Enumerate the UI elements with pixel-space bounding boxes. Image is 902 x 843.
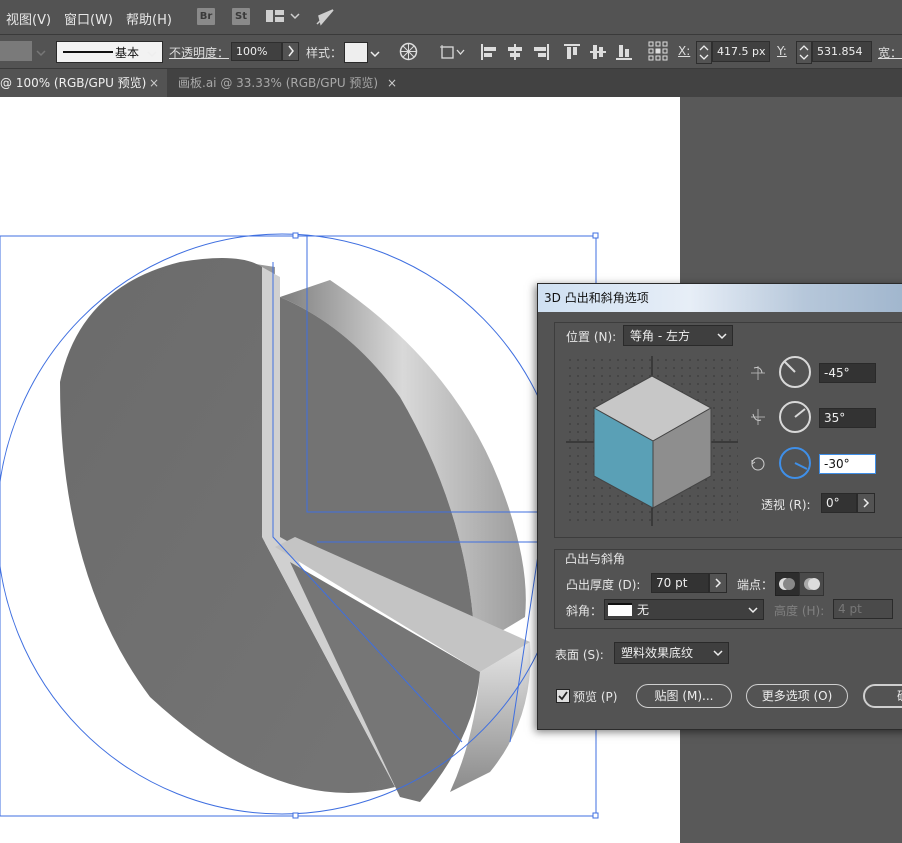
rocket-icon[interactable] [315,8,335,29]
transform-icon[interactable] [440,43,466,64]
selection-handle [292,812,299,819]
dialog-title: 3D 凸出和斜角选项 [544,291,649,305]
recolor-artwork-icon[interactable] [399,42,418,64]
selection-handle [592,812,599,819]
align-right-icon[interactable] [532,43,550,64]
x-label: X: [678,44,691,58]
x-input[interactable]: 417.5 px [712,41,770,62]
opacity-input[interactable]: 100% [231,42,283,61]
menu-view[interactable]: 视图(V) [6,9,51,28]
bevel-height-label: 高度 (H): [774,604,825,618]
perspective-slider-button[interactable] [857,493,875,513]
extrude-depth-input[interactable]: 70 pt [651,573,709,593]
bevel-label: 斜角： [566,604,603,618]
align-bottom-icon[interactable] [615,43,633,64]
stock-icon[interactable]: St [232,8,250,25]
rotate-z-icon [749,455,767,476]
chevron-down-icon[interactable] [147,48,157,62]
rotate-y-dial[interactable] [778,400,812,434]
extrude-depth-label: 凸出厚度 (D): [566,578,641,592]
more-options-button[interactable]: 更多选项 (O) [746,684,848,708]
chevron-down-icon [713,650,723,657]
align-top-icon[interactable] [563,43,581,64]
surface-select[interactable]: 塑料效果底纹 [614,642,729,664]
cube-preview[interactable] [566,356,738,526]
tab-artboard-document[interactable]: 画板.ai @ 33.33% (RGB/GPU 预览) × [167,69,407,97]
chevron-down-icon [748,607,758,614]
cap-on-icon [779,578,795,590]
perspective-label: 透视 (R): [761,498,811,512]
cap-on-button[interactable] [775,572,800,596]
close-icon[interactable]: × [149,69,159,97]
rotate-y-icon [749,408,767,429]
fill-swatch[interactable] [0,41,32,61]
graphic-style-swatch[interactable] [344,42,368,63]
rotate-x-input[interactable]: -45° [819,363,876,383]
chevron-right-icon [715,578,722,588]
extrude-depth-slider-button[interactable] [709,573,727,593]
control-bar: 基本 不透明度： 100% 样式： X: 417.5 px Y: 531.854… [0,35,902,69]
extrude-bevel-section-title: 凸出与斜角 [565,552,626,566]
x-stepper[interactable] [696,41,712,64]
position-select-value: 等角 - 左方 [630,329,690,343]
y-label: Y: [777,44,787,58]
menu-help[interactable]: 帮助(H) [126,9,172,28]
rotate-x-dial[interactable] [778,355,812,389]
cube-preview-track[interactable] [566,356,738,526]
align-horizontal-center-icon[interactable] [506,43,524,64]
map-art-button[interactable]: 贴图 (M)... [636,684,732,708]
preview-label[interactable]: 预览 (P) [573,688,617,705]
3d-extrude-bevel-dialog: 3D 凸出和斜角选项 位置 (N): 等角 - 左方 -45° 35° -30°… [537,283,902,730]
menu-bar: 视图(V) 窗口(W) 帮助(H) Br St [0,0,902,35]
surface-label: 表面 (S): [555,648,604,662]
position-select[interactable]: 等角 - 左方 [623,325,733,346]
position-label: 位置 (N): [566,330,617,344]
selection-handle [592,232,599,239]
opacity-label[interactable]: 不透明度： [169,44,229,61]
rotate-z-input[interactable]: -30° [819,454,876,474]
selection-handle [292,232,299,239]
workspace-layout-icon[interactable] [266,10,300,27]
cap-off-icon [804,578,820,590]
document-tab-bar: @ 100% (RGB/GPU 预览) × 画板.ai @ 33.33% (RG… [0,69,902,97]
surface-select-value: 塑料效果底纹 [621,646,694,660]
menu-window[interactable]: 窗口(W) [64,9,113,28]
chevron-down-icon[interactable] [370,48,380,62]
tab-label: 画板.ai @ 33.33% (RGB/GPU 预览) [178,76,379,90]
cap-label: 端点： [737,578,774,592]
tab-label: @ 100% (RGB/GPU 预览) [0,76,147,90]
align-left-icon[interactable] [480,43,498,64]
width-label: 宽： [878,46,902,60]
bevel-height-input[interactable]: 4 pt [833,599,893,619]
rotate-z-dial[interactable] [778,446,812,480]
align-vertical-center-icon[interactable] [589,43,607,64]
y-input[interactable]: 531.854 [812,41,872,62]
dialog-title-bar[interactable]: 3D 凸出和斜角选项 [538,284,902,312]
cap-off-button[interactable] [799,572,824,596]
rotate-x-icon [749,364,767,385]
chevron-down-icon[interactable] [36,46,46,60]
preview-checkbox[interactable] [556,689,570,703]
reference-point-icon[interactable] [648,41,668,64]
ok-button[interactable]: 确 [863,684,902,708]
perspective-input[interactable]: 0° [821,493,857,513]
checkmark-icon [558,691,568,701]
bevel-select-value: 无 [637,603,650,617]
tab-current-document[interactable]: @ 100% (RGB/GPU 预览) × [0,69,167,97]
style-label: 样式： [306,46,343,60]
rotate-y-input[interactable]: 35° [819,408,876,428]
chevron-down-icon [717,333,727,340]
close-icon[interactable]: × [387,69,397,97]
bevel-select[interactable]: 无 [604,599,764,620]
y-stepper[interactable] [796,41,812,64]
bridge-icon[interactable]: Br [197,8,215,25]
stroke-style-label: 基本 [115,46,140,60]
chevron-right-icon [863,498,870,508]
